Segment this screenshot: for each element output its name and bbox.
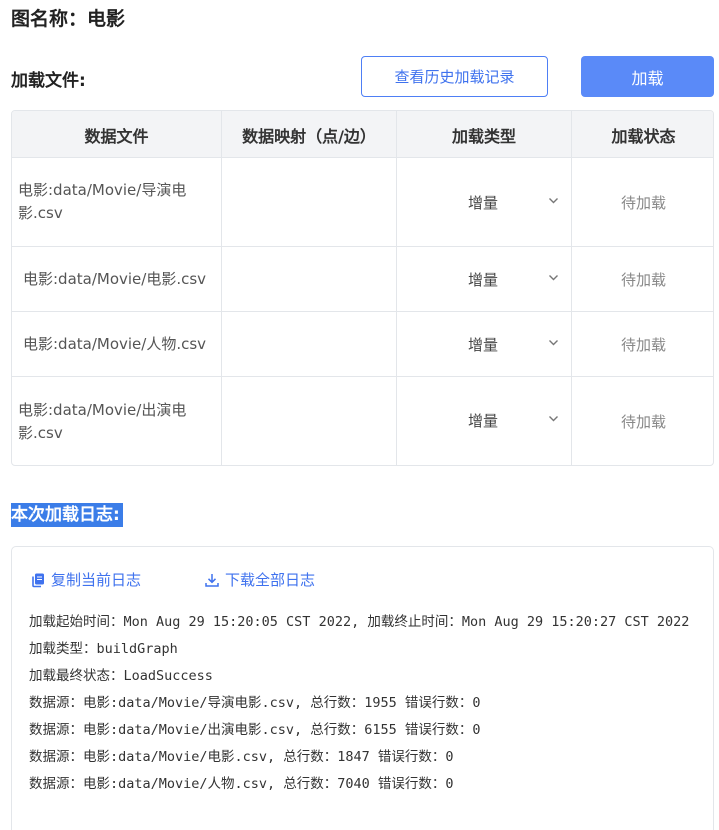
column-header-data-mapping: 数据映射（点/边） <box>222 111 397 158</box>
load-status-cell: 待加载 <box>620 413 666 431</box>
chevron-down-icon <box>549 275 558 281</box>
data-file-cell: 电影:data/Movie/电影.csv <box>12 247 222 311</box>
load-files-label: 加载文件: <box>11 71 86 91</box>
log-line: 数据源：电影:data/Movie/导演电影.csv, 总行数：1955 错误行… <box>29 695 481 711</box>
load-status-cell: 待加载 <box>620 270 666 289</box>
column-header-load-status: 加载状态 <box>611 126 676 146</box>
data-mapping-cell[interactable] <box>222 247 397 311</box>
data-mapping-cell[interactable] <box>222 158 397 246</box>
load-type-value: 增量 <box>468 271 499 289</box>
chevron-down-icon <box>549 340 558 346</box>
column-header-load-type: 加载类型 <box>397 111 572 158</box>
log-line: 数据源：电影:data/Movie/出演电影.csv, 总行数：6155 错误行… <box>29 722 481 738</box>
load-type-select[interactable]: 增量 <box>397 312 572 376</box>
chevron-down-icon <box>549 416 558 422</box>
copy-log-button[interactable]: 复制当前日志 <box>30 569 141 590</box>
table-row: 电影:data/Movie/出演电影.csv 增量 待加载 <box>12 377 713 465</box>
table-header: 数据文件 数据映射（点/边） 加载类型 加载状态 <box>12 111 713 158</box>
load-log-panel: 复制当前日志 下载全部日志 加载起始时间：Mon Aug 29 15:20:05… <box>11 546 714 830</box>
column-header-data-file: 数据文件 <box>12 111 222 158</box>
load-type-value: 增量 <box>468 194 499 212</box>
load-status-cell: 待加载 <box>620 335 666 354</box>
copy-log-label: 复制当前日志 <box>51 571 142 589</box>
table-row: 电影:data/Movie/导演电影.csv 增量 待加载 <box>12 158 713 247</box>
download-all-logs-label: 下载全部日志 <box>225 571 316 589</box>
log-line: 加载类型：buildGraph <box>29 641 178 657</box>
log-line: 数据源：电影:data/Movie/电影.csv, 总行数：1847 错误行数：… <box>29 749 454 765</box>
table-row: 电影:data/Movie/人物.csv 增量 待加载 <box>12 312 713 377</box>
data-mapping-cell[interactable] <box>222 377 397 465</box>
download-icon <box>205 573 219 587</box>
data-file-cell: 电影:data/Movie/出演电影.csv <box>12 377 222 465</box>
chevron-down-icon <box>549 198 558 204</box>
load-type-select[interactable]: 增量 <box>397 377 572 465</box>
view-history-button[interactable]: 查看历史加载记录 <box>361 56 548 97</box>
graph-title: 图名称：电影 <box>11 8 126 30</box>
load-type-select[interactable]: 增量 <box>397 158 572 246</box>
download-all-logs-button[interactable]: 下载全部日志 <box>204 569 315 590</box>
table-row: 电影:data/Movie/电影.csv 增量 待加载 <box>12 247 713 312</box>
copy-icon <box>32 573 44 587</box>
log-line: 加载最终状态：LoadSuccess <box>29 668 213 684</box>
load-log-title: 本次加载日志: <box>11 503 123 527</box>
data-mapping-cell[interactable] <box>222 312 397 376</box>
load-type-value: 增量 <box>468 336 499 354</box>
log-line: 加载起始时间：Mon Aug 29 15:20:05 CST 2022, 加载终… <box>29 614 690 630</box>
load-status-cell: 待加载 <box>620 193 666 212</box>
load-button[interactable]: 加载 <box>581 56 714 97</box>
log-line: 数据源：电影:data/Movie/人物.csv, 总行数：7040 错误行数：… <box>29 776 454 792</box>
data-file-cell: 电影:data/Movie/人物.csv <box>12 312 222 376</box>
load-type-value: 增量 <box>468 412 499 430</box>
load-type-select[interactable]: 增量 <box>397 247 572 311</box>
log-content: 加载起始时间：Mon Aug 29 15:20:05 CST 2022, 加载终… <box>29 609 699 798</box>
load-files-table: 数据文件 数据映射（点/边） 加载类型 加载状态 电影:data/Movie/导… <box>11 110 714 466</box>
data-file-cell: 电影:data/Movie/导演电影.csv <box>12 158 222 246</box>
